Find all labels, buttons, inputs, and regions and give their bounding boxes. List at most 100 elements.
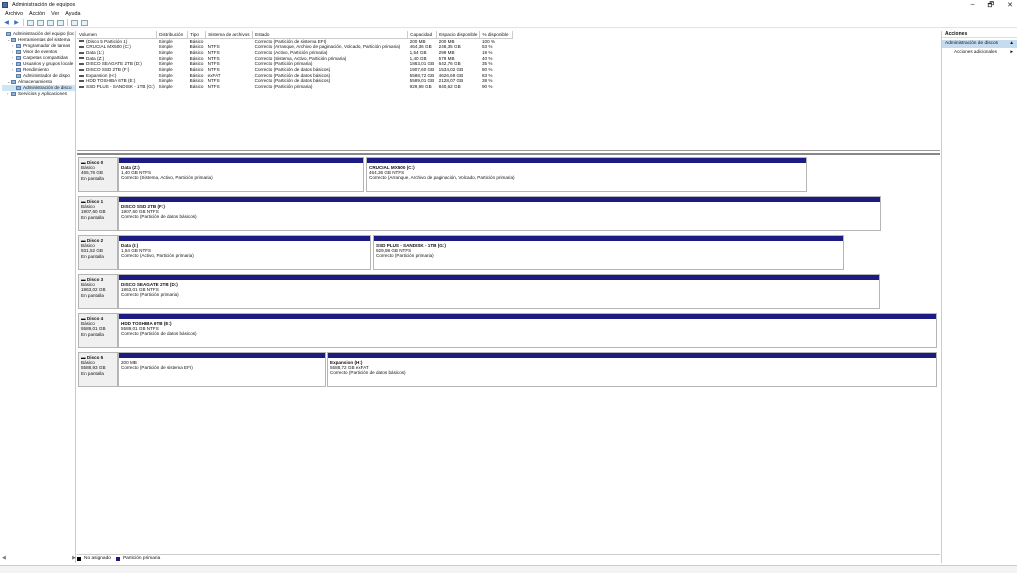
- partition-block[interactable]: DISCO SEAGATE 2TB (D:) 1863,01 GB NTFS Cor…: [118, 274, 880, 309]
- partition-block[interactable]: DISCO SSD 2TB (F:) 1907,60 GB NTFS Correct…: [118, 196, 881, 231]
- tree-node-icon: [16, 62, 21, 66]
- volume-icon: [79, 45, 84, 48]
- disk-label[interactable]: ▬ Disco 2 Básico 931,52 GB En pantalla: [78, 235, 118, 270]
- partition-block[interactable]: HDD TOSHIBA 6TB (E:) 5589,01 GB NTFS Corre…: [118, 313, 937, 348]
- partition-block[interactable]: Data (Z:) 1,40 GB NTFS Correcto (Sistema, …: [118, 157, 364, 192]
- partition-block[interactable]: 200 MB Correcto (Partición de sistema EFI…: [118, 352, 326, 387]
- partition-block[interactable]: Expansion (H:) 5588,72 GB exFAT Correcto (…: [327, 352, 937, 387]
- column-header[interactable]: Distribución: [156, 31, 189, 39]
- unallocated-swatch: [77, 556, 81, 561]
- partition-state: Correcto (Partición de datos básicos): [121, 331, 197, 337]
- computer-management-icon: [2, 2, 8, 8]
- disk-row: ▬ Disco 3 Básico 1863,02 GB En pantalla DISC…: [77, 274, 940, 310]
- partition-state: Correcto (Partición de sistema EFI): [121, 365, 193, 371]
- disk-label[interactable]: ▬ Disco 5 Básico 5588,93 GB En pantalla: [78, 352, 118, 387]
- back-arrow-icon[interactable]: ◀: [3, 20, 10, 26]
- tree-item[interactable]: › Servicios y Aplicaciones: [2, 91, 75, 97]
- partition-block[interactable]: Data (I:) 1,54 GB NTFS Correcto (Activo, P…: [118, 235, 371, 270]
- table-cell: 90 %: [481, 84, 493, 90]
- menu-ayuda[interactable]: Ayuda: [65, 11, 80, 17]
- column-header[interactable]: Espacio disponible: [436, 31, 481, 39]
- volume-icon: [79, 63, 84, 66]
- actions-section[interactable]: Administración de discos ▲: [942, 40, 1017, 48]
- disk-status: En pantalla: [81, 175, 104, 181]
- scroll-right-icon[interactable]: ▶: [72, 555, 76, 561]
- volume-icon: [79, 40, 84, 43]
- menu-accion[interactable]: Acción: [29, 11, 45, 17]
- disk-label[interactable]: ▬ Disco 3 Básico 1863,02 GB En pantalla: [78, 274, 118, 309]
- actions-title: Acciones: [942, 31, 1017, 38]
- partition-state: Correcto (Arranque, Archivo de paginació…: [369, 175, 515, 181]
- toolbar-separator: [23, 19, 24, 26]
- disk-label[interactable]: ▬ Disco 0 Básico 465,76 GB En pantalla: [78, 157, 118, 192]
- column-header[interactable]: Tipo: [187, 31, 207, 39]
- more-actions-label: Acciones adicionales: [954, 49, 997, 54]
- disk-row: ▬ Disco 1 Básico 1907,60 GB En pantalla DISC…: [77, 196, 940, 232]
- volume-name: DISCO SSD 2TB (F:): [86, 67, 130, 73]
- partition-state: Correcto (Sistema, Activo, Partición pri…: [121, 175, 213, 181]
- disk-status: En pantalla: [81, 253, 104, 259]
- column-header[interactable]: % disponible: [479, 31, 514, 39]
- disk-row: ▬ Disco 5 Básico 5588,93 GB En pantalla 200 …: [77, 352, 940, 388]
- table-row[interactable]: SSD PLUS - SANDISK - 1TB (G:) Simple Básic…: [77, 84, 513, 90]
- table-cell: Básico: [189, 84, 204, 90]
- navigation-tree: Administración del equipo (loc ⌄ Herramien…: [2, 31, 76, 563]
- partition-block[interactable]: CRUCIAL MX500 (C:) 464,36 GB NTFS Correcto…: [366, 157, 807, 192]
- up-folder-icon[interactable]: [27, 19, 34, 26]
- actions-pane: Acciones Administración de discos ▲ Acci…: [941, 31, 1017, 563]
- volume-name: Data (Z:): [86, 55, 105, 61]
- legend-unallocated: No asignado: [84, 556, 111, 561]
- more-actions-item[interactable]: Acciones adicionales ►: [942, 48, 1017, 56]
- disk-map: ▬ Disco 0 Básico 465,76 GB En pantalla Data …: [77, 153, 940, 553]
- help-icon[interactable]: [47, 19, 54, 26]
- volume-icon: [79, 57, 84, 60]
- menu-ver[interactable]: Ver: [51, 11, 59, 17]
- disk-status: En pantalla: [81, 331, 104, 337]
- table-cell: 1907,60 GB: [409, 67, 435, 73]
- column-header[interactable]: Estado: [252, 31, 409, 39]
- collapse-icon[interactable]: ▲: [1009, 40, 1014, 48]
- forward-arrow-icon[interactable]: ▶: [13, 20, 20, 26]
- disk-label[interactable]: ▬ Disco 1 Básico 1907,60 GB En pantalla: [78, 196, 118, 231]
- status-bar: [0, 565, 1017, 573]
- window-title: Administración de equipos: [12, 2, 76, 8]
- column-header[interactable]: Capacidad: [407, 31, 438, 39]
- toolbar: ◀ ▶: [0, 18, 1017, 28]
- legend: No asignado Partición primaria: [77, 554, 940, 562]
- tree-item-label: Servicios y Aplicaciones: [18, 91, 68, 96]
- partition-state: Correcto (Partición primaria): [376, 253, 434, 259]
- scroll-left-icon[interactable]: ◀: [2, 555, 6, 561]
- tree-node-icon: [6, 32, 11, 36]
- tree-scrollbar[interactable]: ◀ ▶: [2, 555, 76, 561]
- tree-node-icon: [11, 80, 16, 84]
- disk-status: En pantalla: [81, 292, 104, 298]
- partition-block[interactable]: SSD PLUS - SANDISK - 1TB (G:) 929,98 GB N…: [373, 235, 844, 270]
- primary-partition-swatch: [115, 556, 120, 561]
- view-icon[interactable]: [81, 19, 88, 26]
- tree-node-icon: [16, 86, 21, 90]
- properties-icon[interactable]: [57, 19, 64, 26]
- column-header[interactable]: Sistema de archivos: [205, 31, 254, 39]
- table-cell: Simple: [158, 84, 173, 90]
- tree-node-icon: [16, 44, 21, 48]
- tree-node-icon: [11, 92, 16, 96]
- volume-list: Volumen Distribución Tipo Sistema de archiv…: [77, 31, 940, 151]
- volume-name: HDD TOSHIBA 6TB (E:): [86, 78, 136, 84]
- actions-section-label: Administración de discos: [945, 41, 999, 46]
- disk-row: ▬ Disco 4 Básico 5589,01 GB En pantalla HDD …: [77, 313, 940, 349]
- table-cell: Básico: [189, 49, 204, 55]
- disk-status: En pantalla: [81, 370, 104, 376]
- disk-row: ▬ Disco 2 Básico 931,52 GB En pantalla Data …: [77, 235, 940, 271]
- tree-node-icon: [16, 68, 21, 72]
- disk-action-icon[interactable]: [71, 19, 78, 26]
- menu-bar: Archivo Acción Ver Ayuda: [0, 10, 1017, 18]
- volume-name: (Disco 5 Partición 1): [86, 38, 128, 44]
- volume-name: Expansion (H:): [86, 72, 117, 78]
- volume-icon: [79, 68, 84, 71]
- column-header[interactable]: Volumen: [77, 31, 158, 39]
- disk-row: ▬ Disco 0 Básico 465,76 GB En pantalla Data …: [77, 157, 940, 193]
- show-hide-tree-icon[interactable]: [37, 19, 44, 26]
- menu-archivo[interactable]: Archivo: [5, 11, 23, 17]
- disk-label[interactable]: ▬ Disco 4 Básico 5589,01 GB En pantalla: [78, 313, 118, 348]
- partition-state: Correcto (Partición primaria): [121, 292, 179, 298]
